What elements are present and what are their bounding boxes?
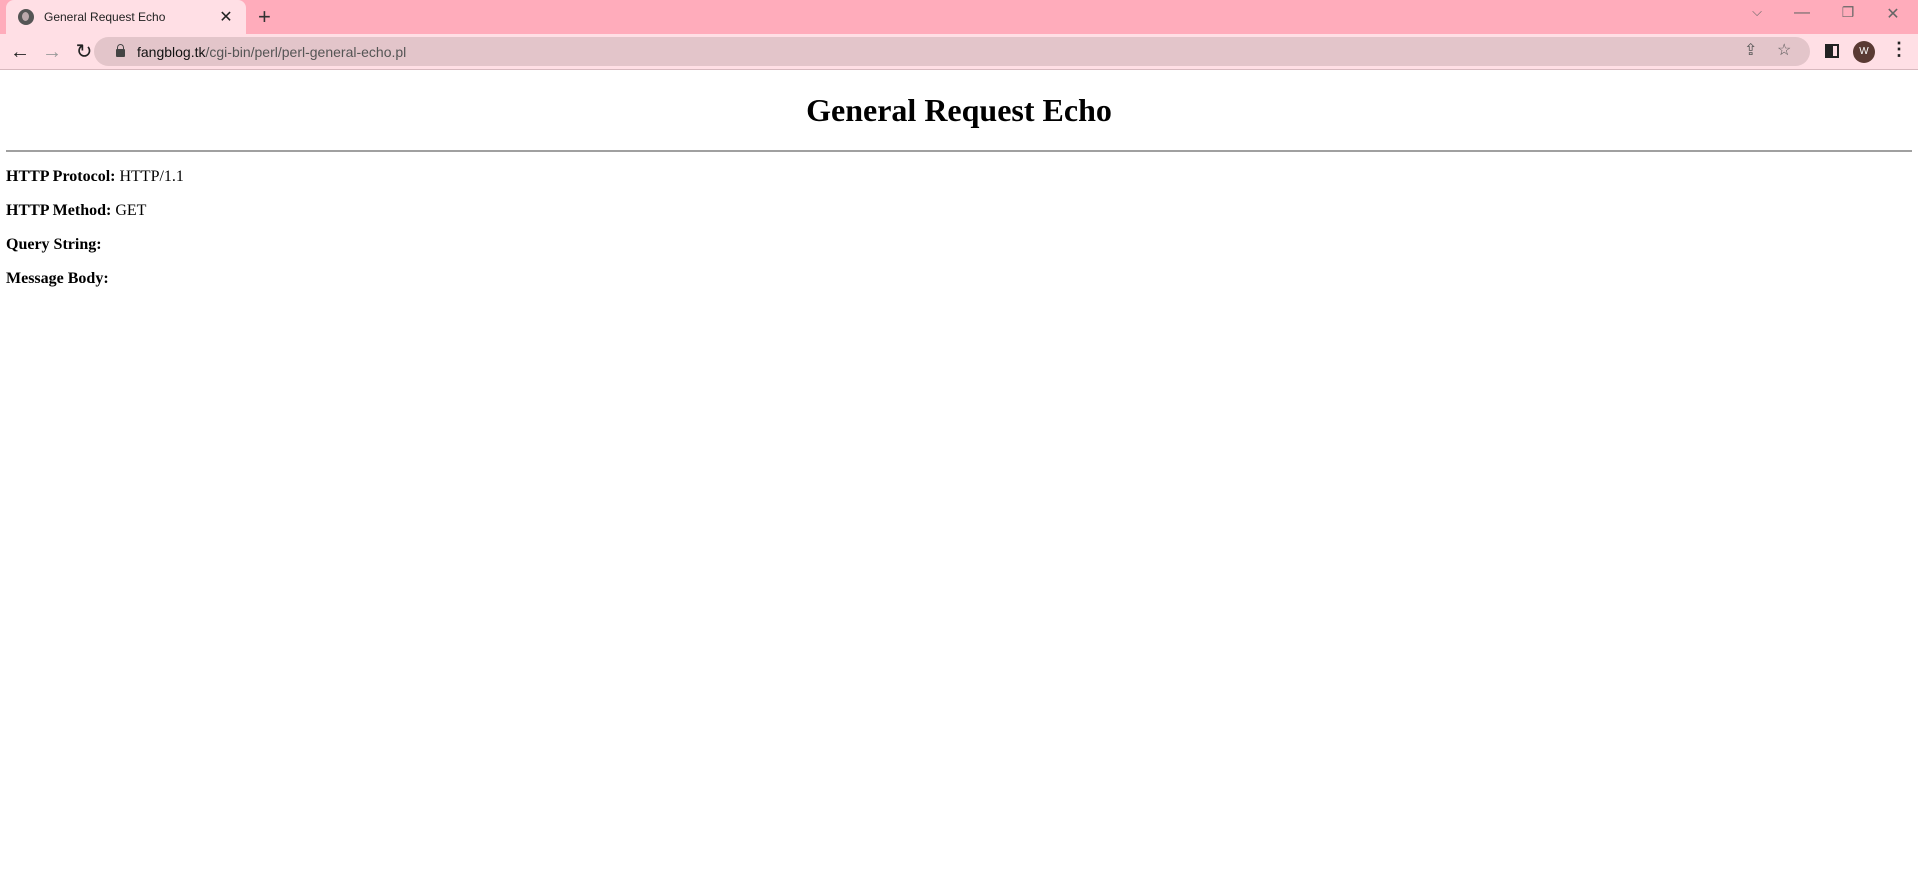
minimize-button[interactable]: — <box>1787 4 1817 22</box>
url-text[interactable]: fangblog.tk/cgi-bin/perl/perl-general-ec… <box>137 44 406 60</box>
field-method: HTTP Method: GET <box>6 202 147 219</box>
divider <box>6 150 1912 152</box>
share-icon[interactable]: ⇪ <box>1744 40 1757 60</box>
close-tab-icon[interactable]: ✕ <box>214 7 238 27</box>
lock-icon[interactable] <box>116 44 125 57</box>
reload-button[interactable]: ↻ <box>72 40 96 64</box>
close-window-button[interactable]: ✕ <box>1878 4 1908 24</box>
tab-strip: General Request Echo ✕ + ⌵ — ❐ ✕ <box>0 0 1918 34</box>
avatar[interactable]: W <box>1853 41 1875 63</box>
field-message-body: Message Body: <box>6 270 109 287</box>
page-content: General Request Echo HTTP Protocol: HTTP… <box>0 71 1918 288</box>
address-bar[interactable]: fangblog.tk/cgi-bin/perl/perl-general-ec… <box>94 37 1810 66</box>
new-tab-button[interactable]: + <box>258 4 271 30</box>
forward-button[interactable]: → <box>40 40 64 64</box>
star-icon[interactable]: ☆ <box>1777 40 1791 60</box>
tab-active[interactable]: General Request Echo ✕ <box>6 0 246 34</box>
field-query-string: Query String: <box>6 236 102 253</box>
toolbar: ← → ↻ fangblog.tk/cgi-bin/perl/perl-gene… <box>0 34 1918 70</box>
tab-title: General Request Echo <box>44 10 166 24</box>
globe-icon <box>18 9 34 25</box>
restore-button[interactable]: ❐ <box>1833 4 1863 21</box>
side-panel-icon[interactable] <box>1825 44 1839 58</box>
menu-icon[interactable]: ⋮ <box>1890 39 1908 60</box>
back-button[interactable]: ← <box>8 40 32 64</box>
field-protocol: HTTP Protocol: HTTP/1.1 <box>6 168 184 185</box>
page-title: General Request Echo <box>806 92 1112 128</box>
tab-search-icon[interactable]: ⌵ <box>1742 4 1772 20</box>
